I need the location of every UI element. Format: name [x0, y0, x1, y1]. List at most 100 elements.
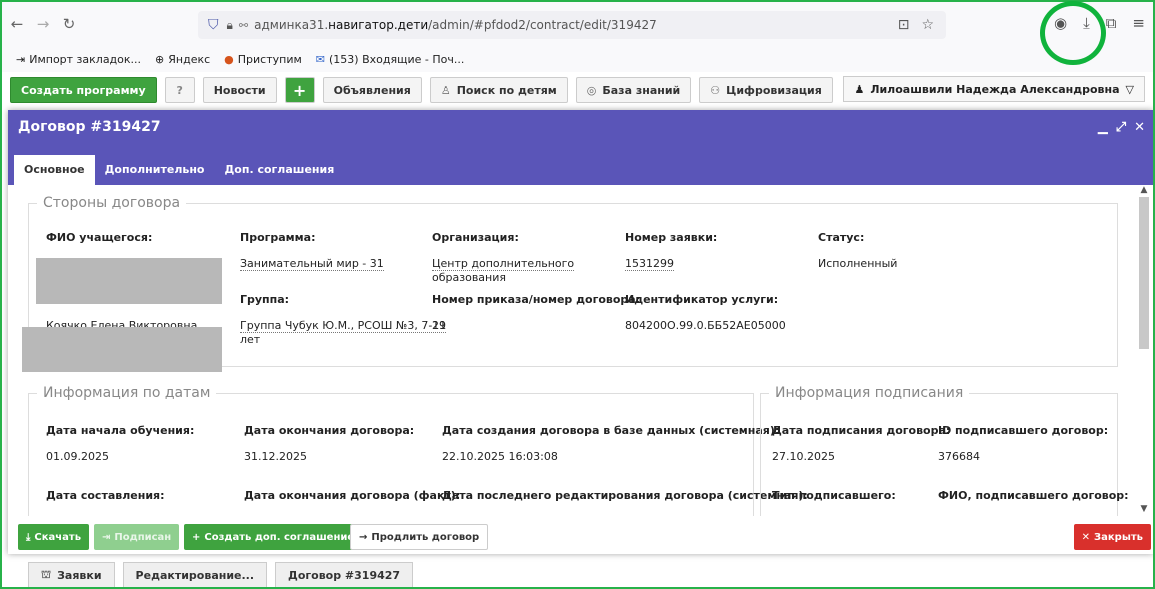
group-value[interactable]: Группа Чубук Ю.М., РСОШ №3, 7-11 [240, 319, 447, 333]
end-date-label: Дата окончания договора: [244, 424, 415, 437]
shield-icon: ⛉ [208, 17, 219, 33]
task-contract[interactable]: Договор #319427 [275, 562, 414, 588]
plus-icon: + [192, 531, 201, 543]
group-value-cont: лет [240, 333, 261, 346]
contract-modal: Договор #319427 ▁ ⤢ ✕ Основное Дополните… [8, 110, 1153, 554]
mail-icon: ✉ [315, 52, 325, 66]
digitalization-label: Цифровизация [726, 83, 822, 97]
create-program-button[interactable]: Создать программу [10, 77, 157, 103]
modal-body: Стороны договора ФИО учащегося: Коячко Е… [8, 185, 1153, 516]
extensions-icon[interactable]: ⧉ [1106, 14, 1117, 32]
download-icon: ⤓ [26, 531, 31, 543]
digitalization-button[interactable]: ⚇ Цифровизация [699, 77, 833, 103]
sign-in-icon: ⇥ [102, 531, 111, 543]
globe-icon: ⊕ [155, 52, 165, 66]
bookmark-label: Яндекс [168, 52, 211, 66]
bookmark-label: Приступим [237, 52, 302, 66]
close-icon[interactable]: ✕ [1134, 120, 1145, 135]
scroll-up-icon[interactable]: ▲ [1138, 185, 1150, 195]
bookmark-label: Импорт закладок... [29, 52, 142, 66]
announcements-button[interactable]: Объявления [322, 77, 422, 103]
user-menu[interactable]: ♟ Лилоашвили Надежда Александровна ▽ [843, 76, 1145, 102]
close-icon: ✕ [1081, 531, 1091, 543]
scroll-down-icon[interactable]: ▼ [1138, 504, 1150, 514]
program-value[interactable]: Занимательный мир - 31 [240, 257, 384, 271]
tab-agreements[interactable]: Доп. соглашения [215, 155, 345, 185]
end-fact-label: Дата окончания договора (факт): [244, 489, 461, 502]
bookmarks-bar: ⇥ Импорт закладок... ⊕ Яндекс ● Приступим ✉… [2, 46, 1153, 72]
extend-label: Продлить договор [371, 531, 480, 543]
edited-date-label: Дата последнего редактирования договора … [442, 489, 808, 502]
user-icon: ♟ [854, 82, 865, 96]
children-search-button[interactable]: ♙ Поиск по детям [429, 77, 568, 103]
signing-legend: Информация подписания [775, 385, 964, 401]
start-date-label: Дата начала обучения: [46, 424, 195, 437]
signer-name-label: ФИО, подписавшего договор: [938, 489, 1129, 502]
flame-icon: ● [224, 52, 234, 66]
composed-date-label: Дата составления: [46, 489, 165, 502]
task-requests[interactable]: ⛫ Заявки [28, 562, 115, 588]
download-label: Скачать [34, 531, 82, 543]
lock-icon: 🔒︎ [226, 17, 233, 32]
tab-additional[interactable]: Дополнительно [95, 155, 215, 185]
address-bar[interactable]: ⛉ 🔒︎ ⚯ админка31. навигатор.дети/admin/#p… [198, 11, 946, 39]
request-label: Номер заявки: [625, 231, 718, 244]
scrollbar[interactable]: ▲ ▼ [1138, 185, 1150, 516]
forward-icon[interactable]: → [32, 13, 54, 35]
digital-icon: ⚇ [710, 83, 721, 97]
signed-label: Подписан [114, 531, 172, 543]
arrow-right-icon: → [359, 531, 368, 543]
task-editing[interactable]: Редактирование... [122, 562, 268, 588]
service-label: Идентификатор услуги: [625, 293, 779, 306]
service-value: 804200О.99.0.ББ52АЕ05000 [625, 319, 786, 332]
url-path: /admin/#pfdod2/contract/edit/319427 [428, 18, 657, 32]
person-icon: ♙ [440, 83, 451, 97]
extend-contract-button[interactable]: → Продлить договор [350, 524, 489, 550]
app-toolbar: Создать программу ? Новости + Объявления… [2, 72, 1153, 108]
bookmark-start[interactable]: ● Приступим [224, 53, 302, 66]
signed-button: ⇥ Подписан [94, 524, 180, 550]
add-announcement-button[interactable]: + [284, 77, 315, 103]
created-date-value: 22.10.2025 16:03:08 [442, 450, 558, 463]
basket-icon: ⛫ [41, 567, 52, 581]
sign-date-label: Дата подписания договора: [772, 424, 951, 437]
permissions-icon[interactable]: ⚯ [239, 19, 248, 32]
status-label: Статус: [818, 231, 865, 244]
news-button[interactable]: Новости [202, 77, 277, 103]
scroll-thumb[interactable] [1139, 197, 1149, 349]
modal-footer: ⤓ Скачать ⇥ Подписан + Создать доп. соглаше… [8, 520, 1153, 554]
task-label: Заявки [57, 568, 102, 582]
modal-title: Договор #319427 [18, 119, 161, 135]
order-value: 29 [432, 319, 446, 332]
close-label: Закрыть [1094, 531, 1143, 543]
order-label: Номер приказа/номер договора: [432, 293, 641, 306]
organization-value-cont: образования [432, 271, 506, 284]
start-date-value: 01.09.2025 [46, 450, 109, 463]
back-icon[interactable]: ← [6, 13, 28, 35]
download-button[interactable]: ⤓ Скачать [18, 524, 90, 550]
close-button[interactable]: ✕ Закрыть [1073, 524, 1151, 550]
modal-tabs: Основное Дополнительно Доп. соглашения [8, 145, 1153, 185]
tab-main[interactable]: Основное [14, 155, 95, 185]
maximize-icon[interactable]: ⤢ [1116, 120, 1126, 135]
bookmark-mail[interactable]: ✉ (153) Входящие - Поч... [316, 53, 465, 66]
create-agreement-button[interactable]: + Создать доп. соглашение [184, 524, 363, 550]
menu-icon[interactable]: ≡ [1132, 14, 1145, 32]
reader-icon[interactable]: ⊡ [898, 17, 910, 33]
signer-id-value: 376684 [938, 450, 980, 463]
knowledge-base-button[interactable]: ◎ База знаний [575, 77, 692, 103]
minimize-icon[interactable]: ▁ [1098, 120, 1108, 135]
help-icon[interactable]: ? [164, 77, 195, 103]
bookmark-yandex[interactable]: ⊕ Яндекс [155, 53, 210, 66]
program-label: Программа: [240, 231, 316, 244]
created-date-label: Дата создания договора в базе данных (си… [442, 424, 780, 437]
organization-value[interactable]: Центр дополнительного [432, 257, 575, 271]
request-value[interactable]: 1531299 [625, 257, 674, 271]
bookmark-star-icon[interactable]: ☆ [921, 17, 934, 33]
user-name: Лилоашвили Надежда Александровна [870, 82, 1120, 96]
help-circle-icon: ◎ [586, 83, 597, 97]
reload-icon[interactable]: ↻ [58, 13, 80, 35]
children-search-label: Поиск по детям [456, 83, 557, 97]
bookmark-import[interactable]: ⇥ Импорт закладок... [16, 53, 141, 66]
group-label: Группа: [240, 293, 290, 306]
